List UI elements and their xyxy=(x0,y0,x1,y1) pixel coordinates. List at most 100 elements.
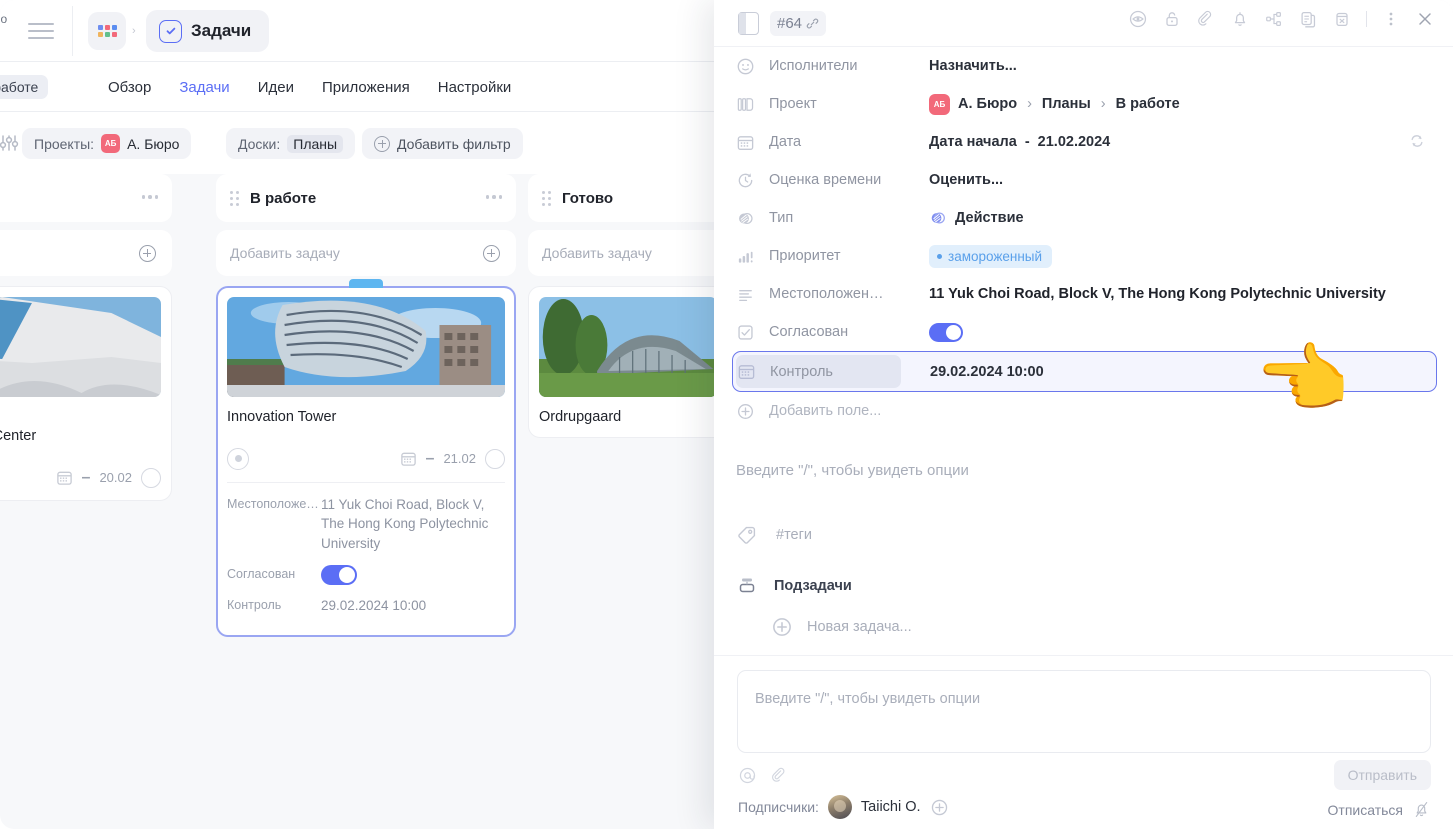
attach-icon[interactable] xyxy=(1196,9,1216,29)
column-more-icon[interactable] xyxy=(141,195,158,199)
tab-settings[interactable]: Настройки xyxy=(438,79,512,96)
task-id-label: #64 xyxy=(777,15,803,32)
tab-tasks[interactable]: Задачи xyxy=(179,79,229,96)
assignee-icon xyxy=(735,56,755,76)
paperclip-icon[interactable] xyxy=(770,766,789,785)
description-placeholder[interactable]: Введите "/", чтобы увидеть опции xyxy=(736,462,969,479)
field-value-project[interactable]: АБ А. Бюро › Планы › В работе xyxy=(929,93,1180,115)
type-value-label: Действие xyxy=(955,210,1024,226)
card-field-row: Местоположе… 11 Yuk Choi Road, Block V, … xyxy=(227,495,505,554)
field-row-project[interactable]: Проект АБ А. Бюро › Планы › В работе xyxy=(714,85,1453,123)
calendar-icon xyxy=(56,471,72,485)
field-row-priority[interactable]: Приоритет замороженный xyxy=(714,237,1453,275)
breadcrumb-separator: › xyxy=(132,25,136,37)
field-row-estimate[interactable]: Оценка времени Оценить... xyxy=(714,161,1453,199)
status-chip[interactable]: В работе xyxy=(0,75,49,99)
panel-actions xyxy=(1128,9,1435,29)
column-more-icon[interactable] xyxy=(485,195,502,199)
field-value-type[interactable]: Действие xyxy=(929,209,1024,227)
estimate-icon xyxy=(735,170,755,190)
filter-chip-projects[interactable]: Проекты: АБ А. Бюро xyxy=(22,128,192,159)
subtasks-header: Подзадачи xyxy=(736,575,852,597)
task-status-circle[interactable] xyxy=(485,448,505,469)
add-task-input[interactable]: Добавить задачу xyxy=(216,230,516,276)
tab-overview[interactable]: Обзор xyxy=(108,79,151,96)
close-icon[interactable] xyxy=(1415,9,1435,29)
filter-chip-boards[interactable]: Доски: Планы xyxy=(226,128,356,159)
task-card-selected[interactable]: Innovation Tower – 21.02 Местоположе… 11… xyxy=(216,279,516,638)
field-key-location: Местоположен… xyxy=(769,286,884,302)
plus-circle-icon[interactable] xyxy=(930,798,949,817)
tab-bar: В работе Обзор Задачи Идеи Приложения На… xyxy=(0,62,720,112)
add-field-label: Добавить поле... xyxy=(769,403,882,419)
date-dash: – xyxy=(81,468,91,486)
add-filter-button[interactable]: Добавить фильтр xyxy=(362,128,523,159)
assignee-placeholder-icon[interactable] xyxy=(227,447,249,470)
priority-dot xyxy=(937,253,942,259)
send-button[interactable]: Отправить xyxy=(1333,760,1431,790)
kanban-column: В работе Добавить задачу Innovation Towe… xyxy=(216,174,516,638)
field-row-location[interactable]: Местоположен… 11 Yuk Choi Road, Block V,… xyxy=(714,275,1453,313)
menu-burger-icon[interactable] xyxy=(28,20,54,42)
field-value-location[interactable]: 11 Yuk Choi Road, Block V, The Hong Kong… xyxy=(929,286,1386,302)
sitemap-icon[interactable] xyxy=(1264,9,1284,29)
drag-grip-icon[interactable] xyxy=(230,190,239,206)
add-task-input[interactable]: Добавить задачу xyxy=(528,230,720,276)
breadcrumb-current[interactable]: Задачи xyxy=(146,10,270,52)
comment-input[interactable]: Введите "/", чтобы увидеть опции xyxy=(737,670,1431,753)
duplicate-icon[interactable] xyxy=(1298,9,1318,29)
panel-layout-icon[interactable] xyxy=(738,12,759,35)
approved-toggle[interactable] xyxy=(321,564,357,585)
task-card[interactable]: ь маркетинговые Phaeno Science Center – … xyxy=(0,286,172,501)
column-header[interactable]: Готово xyxy=(528,174,720,222)
field-value-estimate[interactable]: Оценить... xyxy=(929,172,1003,188)
field-key-assignees: Исполнители xyxy=(769,58,858,74)
field-row-assignees[interactable]: Исполнители Назначить... xyxy=(714,47,1453,85)
mention-icon[interactable] xyxy=(738,766,757,785)
plus-circle-icon[interactable] xyxy=(483,245,500,262)
approved-toggle[interactable] xyxy=(929,322,963,342)
column-header[interactable] xyxy=(0,174,172,222)
watch-icon[interactable] xyxy=(1128,9,1148,29)
add-task-input[interactable]: ачу xyxy=(0,230,172,276)
new-subtask-button[interactable]: Новая задача... xyxy=(771,616,912,638)
drag-grip-icon[interactable] xyxy=(542,190,551,206)
plus-circle-icon[interactable] xyxy=(139,245,156,262)
avatar[interactable] xyxy=(827,795,852,819)
apps-grid-icon[interactable] xyxy=(88,12,126,50)
add-filter-label: Добавить фильтр xyxy=(397,135,511,152)
field-value-assignees[interactable]: Назначить... xyxy=(929,58,1017,74)
date-dash: - xyxy=(1024,134,1030,150)
field-value-control[interactable]: 29.02.2024 10:00 xyxy=(930,364,1044,380)
more-icon[interactable] xyxy=(1381,9,1401,29)
unsubscribe-button[interactable]: Отписаться xyxy=(1328,800,1431,819)
check-square-icon xyxy=(159,19,182,43)
lock-icon[interactable] xyxy=(1162,9,1182,29)
sliders-icon[interactable] xyxy=(0,132,20,154)
project-crumb-2[interactable]: Планы xyxy=(1042,96,1091,112)
tab-ideas[interactable]: Идеи xyxy=(258,79,294,96)
task-card-image xyxy=(227,297,505,397)
refresh-icon[interactable] xyxy=(1407,131,1427,151)
field-key-control: Контроль xyxy=(770,363,833,380)
field-value-date[interactable]: Дата начала - 21.02.2024 xyxy=(929,134,1110,150)
field-row-date[interactable]: Дата Дата начала - 21.02.2024 xyxy=(714,123,1453,161)
apps-grid-glyph xyxy=(97,25,117,37)
field-value-approved[interactable] xyxy=(929,322,963,342)
app-topbar: во › Задачи xyxy=(0,0,720,62)
field-value-priority[interactable]: замороженный xyxy=(929,244,1053,268)
bell-icon[interactable] xyxy=(1230,9,1250,29)
project-crumb-3[interactable]: В работе xyxy=(1116,96,1180,112)
task-id-chip[interactable]: #64 xyxy=(770,11,827,36)
task-status-circle[interactable] xyxy=(141,467,161,488)
tab-apps[interactable]: Приложения xyxy=(322,79,410,96)
board-app: во › Задачи В работе Обзор Задачи xyxy=(0,0,720,829)
subtasks-icon xyxy=(739,578,755,593)
priority-badge: замороженный xyxy=(929,244,1053,268)
task-card[interactable]: Ordrupgaard xyxy=(528,286,720,438)
delete-icon[interactable] xyxy=(1332,9,1352,29)
column-header[interactable]: В работе xyxy=(216,174,516,222)
project-crumb-1[interactable]: А. Бюро xyxy=(958,96,1017,112)
tags-row[interactable]: #теги xyxy=(736,524,812,546)
field-row-type[interactable]: Тип Действие xyxy=(714,199,1453,237)
